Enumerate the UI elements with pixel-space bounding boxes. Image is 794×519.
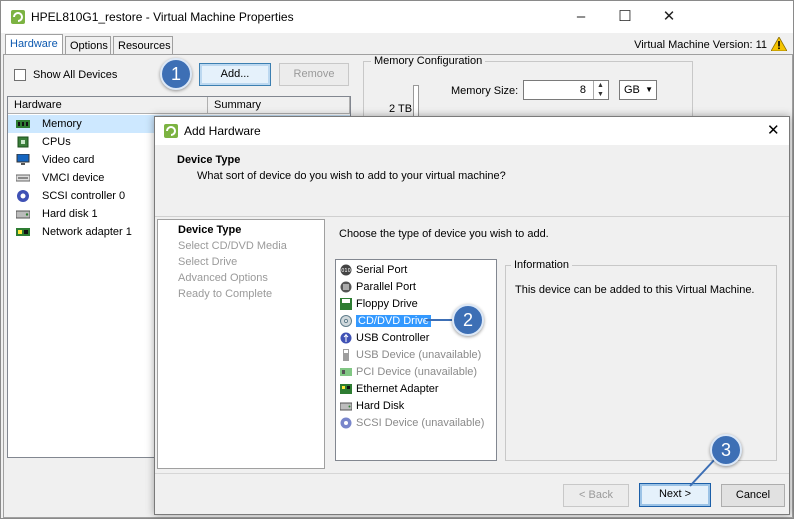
vmci-icon [16,174,30,182]
device-item-cd-dvd-drive[interactable]: CD/DVD Drive [338,313,431,330]
hardware-item-label: Hard disk 1 [42,208,98,220]
serial-port-icon: 010 [340,264,352,276]
dialog-close-icon[interactable]: ✕ [767,121,780,139]
device-type-list[interactable]: 010 Serial Port Parallel Port Floppy Dri… [335,259,497,461]
cancel-button[interactable]: Cancel [721,484,785,507]
maximize-button[interactable]: ☐ [605,5,645,29]
monitor-icon [16,154,30,165]
step-advanced-options: Advanced Options [178,272,268,284]
show-all-devices-label: Show All Devices [33,69,118,81]
warning-icon [771,37,787,51]
device-item-ethernet-adapter[interactable]: Ethernet Adapter [338,381,439,398]
dialog-body: Device Type Select CD/DVD Media Select D… [155,217,789,473]
device-item-serial-port[interactable]: 010 Serial Port [338,262,407,279]
step-select-drive: Select Drive [178,256,238,268]
hardware-item-label: SCSI controller 0 [42,190,126,202]
network-icon [16,228,30,236]
memory-unit-select[interactable]: GB ▼ [619,80,657,100]
back-button[interactable]: < Back [563,484,629,507]
column-header-summary[interactable]: Summary [208,97,350,114]
dialog-subheading: What sort of device do you wish to add t… [197,170,506,182]
device-item-usb-controller[interactable]: USB Controller [338,330,429,347]
floppy-icon [340,298,352,310]
hardware-item-label: Video card [42,154,95,166]
step-device-type: Device Type [178,224,242,236]
cd-dvd-icon [340,315,352,327]
memory-scale-top-label: 2 TB [389,103,413,115]
step-ready-to-complete: Ready to Complete [178,288,273,300]
window-titlebar: HPEL810G1_restore - Virtual Machine Prop… [1,1,793,33]
dialog-titlebar: Add Hardware ✕ [155,117,789,145]
memory-slider-track[interactable] [413,85,419,119]
wizard-steps-panel: Device Type Select CD/DVD Media Select D… [157,219,325,469]
chevron-down-icon: ▼ [645,85,653,94]
memory-size-label: Memory Size: [451,85,519,97]
window-title: HPEL810G1_restore - Virtual Machine Prop… [31,10,294,24]
dialog-heading: Device Type [177,154,241,166]
tab-hardware[interactable]: Hardware [5,34,63,55]
pci-icon [340,368,352,376]
add-hardware-button[interactable]: Add... [199,63,271,86]
scsi-device-icon [340,417,352,429]
parallel-port-icon [340,281,352,293]
minimize-button[interactable]: – [561,5,601,29]
show-all-devices-checkbox[interactable] [14,69,26,81]
device-item-floppy-drive[interactable]: Floppy Drive [338,296,418,313]
ethernet-icon [340,384,352,394]
hardware-item-label: VMCI device [42,172,105,184]
hardware-item-label: Network adapter 1 [42,226,132,238]
vsphere-app-icon [11,10,25,24]
memory-spinner-arrows-icon[interactable]: ▲ ▼ [593,81,607,99]
usb-icon [340,332,352,344]
device-item-pci-device[interactable]: PCI Device (unavailable) [338,364,477,381]
vm-version-label: Virtual Machine Version: 11 [634,39,767,51]
callout-badge: 3 [710,434,742,466]
dialog-header: Device Type What sort of device do you w… [155,145,789,217]
information-title: Information [511,259,573,271]
cpu-icon [17,136,29,148]
remove-hardware-button[interactable]: Remove [279,63,349,86]
device-item-usb-device[interactable]: USB Device (unavailable) [338,347,481,364]
device-prompt: Choose the type of device you wish to ad… [339,228,549,240]
callout-badge: 2 [452,304,484,336]
device-item-scsi-device[interactable]: SCSI Device (unavailable) [338,415,484,432]
close-button[interactable]: ✕ [649,5,689,29]
memory-icon [16,120,30,128]
hardware-item-label: CPUs [42,136,71,148]
column-header-hardware[interactable]: Hardware [8,97,208,114]
device-item-parallel-port[interactable]: Parallel Port [338,279,416,296]
hard-disk-icon [340,402,352,411]
usb-device-icon [343,349,349,361]
tab-options[interactable]: Options [65,36,111,54]
memory-configuration-title: Memory Configuration [371,55,486,67]
svg-text:010: 010 [341,268,351,274]
memory-unit-value: GB [624,84,640,96]
dialog-title: Add Hardware [184,124,261,138]
callout-badge: 1 [160,58,192,90]
step-select-media: Select CD/DVD Media [178,240,287,252]
disk-icon [16,210,30,219]
tab-resources[interactable]: Resources [113,36,173,54]
hardware-item-label: Memory [42,118,82,130]
device-item-hard-disk[interactable]: Hard Disk [338,398,404,415]
information-text: This device can be added to this Virtual… [515,284,755,296]
scsi-icon [17,190,29,202]
vsphere-app-icon [164,124,178,138]
